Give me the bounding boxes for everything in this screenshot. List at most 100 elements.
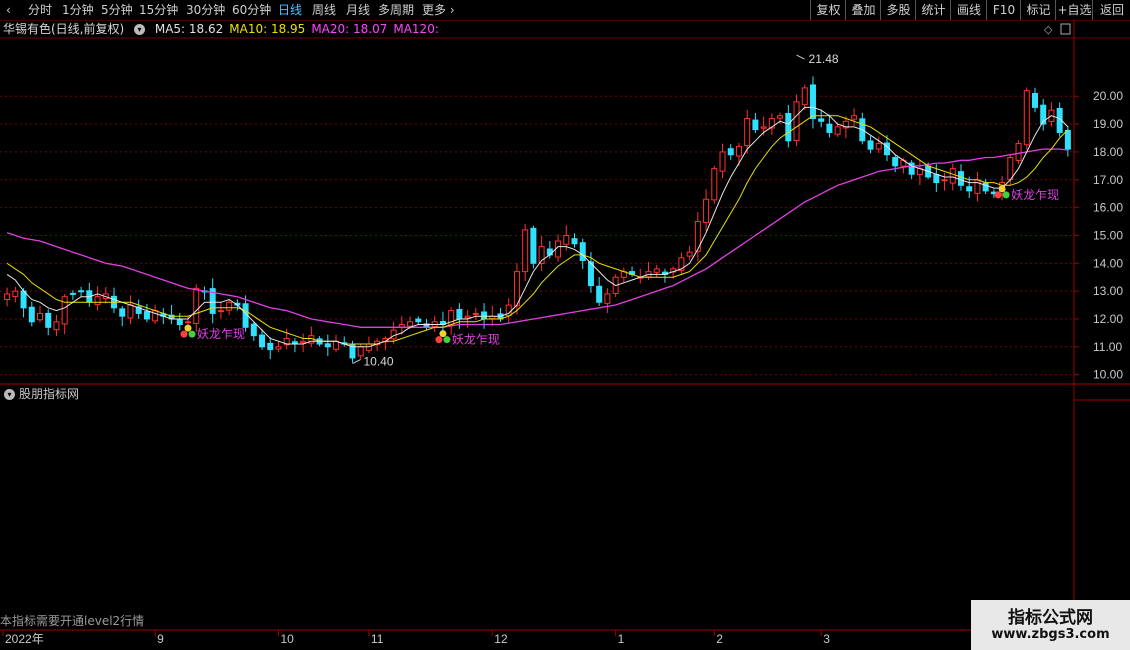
candle-body-27 (226, 301, 233, 311)
candle-body-96 (793, 101, 800, 142)
watermark-url: www.zbgs3.com (991, 627, 1110, 642)
candle-body-5 (45, 312, 52, 328)
candle-body-7 (61, 296, 68, 325)
ytick-label-8: 18.00 (1093, 145, 1123, 159)
candle-body-83 (686, 251, 693, 257)
candle-body-97 (801, 87, 808, 106)
candle-body-68 (563, 234, 570, 245)
candle-body-3 (28, 306, 35, 323)
candle-body-79 (653, 268, 660, 273)
signal-dot-a-1 (435, 336, 443, 344)
candle-body-124 (1023, 90, 1030, 146)
candle-body-58 (481, 311, 488, 320)
signal-dot-c-0 (184, 324, 192, 332)
candle-body-100 (826, 123, 833, 133)
candle-body-115 (949, 168, 956, 184)
ytick-label-1: 11.00 (1093, 340, 1122, 354)
signal-dot-b-0 (188, 330, 196, 338)
xtick-label-1: 9 (157, 632, 164, 646)
signal-dot-b-1 (443, 336, 451, 344)
candle-body-9 (78, 290, 85, 293)
signal-label-1: 妖龙乍现 (452, 332, 500, 347)
candle-body-90 (744, 118, 751, 147)
candle-body-1 (12, 290, 19, 298)
candle-body-70 (579, 242, 586, 262)
candle-body-39 (324, 343, 331, 348)
xtick-label-3: 11 (371, 632, 384, 646)
signal-label-2: 妖龙乍现 (1011, 187, 1059, 202)
candle-body-66 (546, 248, 553, 256)
xtick-label-7: 3 (823, 632, 830, 646)
candle-body-117 (966, 186, 973, 192)
candle-body-54 (448, 310, 455, 326)
ma5-line (6, 106, 1069, 348)
ytick-label-5: 15.00 (1093, 228, 1123, 242)
candle-body-87 (719, 151, 726, 172)
candle-body-36 (300, 340, 307, 344)
min-pointer (352, 359, 361, 364)
ytick-label-10: 20.00 (1093, 89, 1123, 103)
candle-body-95 (785, 112, 792, 142)
max-price-label: 21.48 (809, 52, 839, 66)
candle-body-64 (530, 227, 537, 264)
candle-body-105 (867, 140, 874, 150)
candle-body-94 (777, 115, 784, 119)
ytick-label-6: 16.00 (1093, 201, 1123, 215)
candle-body-47 (390, 329, 397, 340)
candle-body-32 (267, 342, 274, 351)
candle-body-14 (119, 308, 126, 317)
candle-body-33 (275, 346, 282, 350)
sub-panel-title: ▾ 股朋指标网 (4, 386, 79, 402)
ytick-label-7: 17.00 (1093, 173, 1123, 187)
candle-body-98 (809, 84, 816, 120)
candle-body-57 (472, 312, 479, 315)
ytick-label-3: 13.00 (1093, 284, 1123, 298)
kline-chart[interactable]: 10.00 11.00 12.00 13.00 14.00 15.00 16.00 17.00… (0, 0, 1130, 650)
sub-panel-title-text: 股朋指标网 (19, 387, 80, 401)
min-price-label: 10.40 (363, 355, 393, 369)
candle-body-99 (818, 118, 825, 122)
candle-body-73 (604, 293, 611, 304)
candle-body-103 (851, 115, 858, 120)
candle-body-56 (464, 315, 471, 319)
candle-body-72 (596, 285, 603, 303)
signal-dot-c-1 (439, 330, 447, 338)
candle-body-50 (415, 318, 422, 323)
signal-label-0: 妖龙乍现 (197, 326, 245, 341)
candle-body-69 (571, 238, 578, 245)
candle-body-21 (176, 318, 183, 326)
signal-dot-c-2 (998, 185, 1006, 193)
candle-body-8 (69, 292, 76, 295)
candle-body-63 (522, 229, 529, 273)
candle-body-118 (974, 179, 981, 194)
xtick-label-4: 12 (494, 632, 508, 646)
candle-body-43 (357, 346, 364, 357)
candle-body-113 (933, 174, 940, 184)
candle-body-40 (333, 340, 340, 350)
candle-body-116 (957, 171, 964, 186)
max-pointer (796, 54, 805, 60)
diamond-icon: ◇ (1044, 23, 1053, 36)
sub-panel-settings-icon[interactable]: ▾ (4, 389, 15, 400)
candle-body-31 (259, 334, 266, 348)
candle-body-26 (217, 310, 224, 313)
candle-body-123 (1015, 143, 1022, 161)
panel-toggle-icon (1060, 23, 1071, 35)
candle-body-15 (127, 304, 134, 319)
candle-body-92 (760, 126, 767, 129)
footer-note: 本指标需要开通level2行情 (0, 614, 145, 628)
candle-body-108 (892, 157, 899, 167)
candle-body-18 (152, 310, 159, 322)
candle-body-85 (703, 198, 710, 223)
candle-body-125 (1031, 92, 1038, 108)
ytick-label-2: 12.00 (1093, 312, 1123, 326)
candle-body-89 (735, 145, 742, 157)
signal-dot-a-0 (180, 330, 188, 338)
xtick-label-0: 2022年 (5, 632, 44, 646)
watermark: 指标公式网 www.zbgs3.com (971, 600, 1130, 650)
candle-body-106 (875, 143, 882, 150)
ma10-line (6, 115, 1069, 345)
candle-body-2 (20, 290, 27, 309)
candle-body-23 (193, 287, 200, 324)
candle-body-4 (37, 312, 44, 321)
